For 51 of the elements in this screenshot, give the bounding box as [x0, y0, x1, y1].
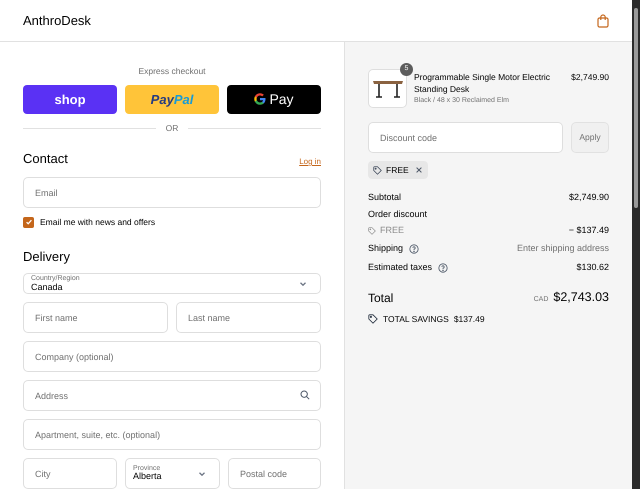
delivery-heading: Delivery — [23, 248, 71, 266]
input-field[interactable]: Postal code — [228, 458, 321, 489]
total-savings-label: TOTAL SAVINGS — [383, 312, 449, 326]
shopping-bag-icon[interactable] — [597, 14, 609, 28]
input-field[interactable]: Company (optional) — [23, 341, 321, 372]
field-value: Alberta — [133, 472, 163, 482]
discount-code: FREE — [386, 164, 409, 176]
google-pay-button[interactable]: Pay — [227, 84, 321, 114]
help-icon[interactable] — [438, 262, 448, 272]
input-field[interactable]: Last name — [176, 302, 321, 333]
input-field[interactable]: Email — [23, 177, 321, 208]
or-divider-text: OR — [166, 122, 178, 134]
summary-value: − $137.49 — [568, 224, 609, 238]
summary-label: Order discount — [368, 208, 428, 222]
input-field[interactable]: Address — [23, 380, 321, 411]
discount-code: FREE — [380, 224, 404, 238]
search-icon — [300, 390, 310, 400]
newsletter-checkbox[interactable] — [23, 216, 34, 228]
summary-label: Subtotal — [368, 190, 402, 204]
total-label: Total — [368, 290, 394, 307]
apply-button[interactable]: Apply — [571, 122, 609, 153]
tag-icon — [373, 166, 382, 174]
product-name: Programmable Single Motor Electric Standing Desk — [414, 71, 552, 96]
total-amount: $2,743.03 — [553, 289, 609, 306]
checkmark-icon — [24, 218, 32, 226]
express-checkout-title: Express checkout — [137, 65, 207, 78]
standing-desk-drawing — [372, 78, 404, 98]
input-field[interactable]: City — [23, 458, 117, 489]
store-name[interactable]: AnthroDesk — [23, 10, 91, 30]
tag-icon — [368, 227, 376, 235]
close-icon[interactable] — [414, 166, 423, 174]
newsletter-label: Email me with news and offers — [40, 216, 156, 229]
google-logo-icon — [254, 93, 266, 106]
scrollbar[interactable] — [632, 0, 640, 489]
summary-label: Shipping — [368, 242, 404, 255]
input-field[interactable]: Discount code — [368, 122, 563, 153]
paypal-button[interactable]: PayPal — [125, 84, 219, 114]
summary-label: Estimated taxes — [368, 260, 432, 274]
contact-heading: Contact — [23, 150, 68, 168]
input-field[interactable]: Apartment, suite, etc. (optional) — [23, 419, 321, 450]
shop-pay-button[interactable]: shop — [23, 84, 117, 114]
input-field[interactable]: First name — [23, 302, 168, 333]
log-in-link[interactable]: Log in — [299, 156, 321, 168]
field-value: Canada — [31, 282, 64, 292]
tag-icon — [368, 314, 378, 324]
summary-value: $2,749.90 — [568, 190, 609, 204]
product-price: $2,749.90 — [571, 71, 609, 84]
summary-value: $130.62 — [576, 260, 609, 274]
total-savings-value: $137.49 — [454, 312, 485, 326]
summary-value: Enter shipping address — [516, 242, 609, 255]
help-icon[interactable] — [409, 244, 420, 254]
